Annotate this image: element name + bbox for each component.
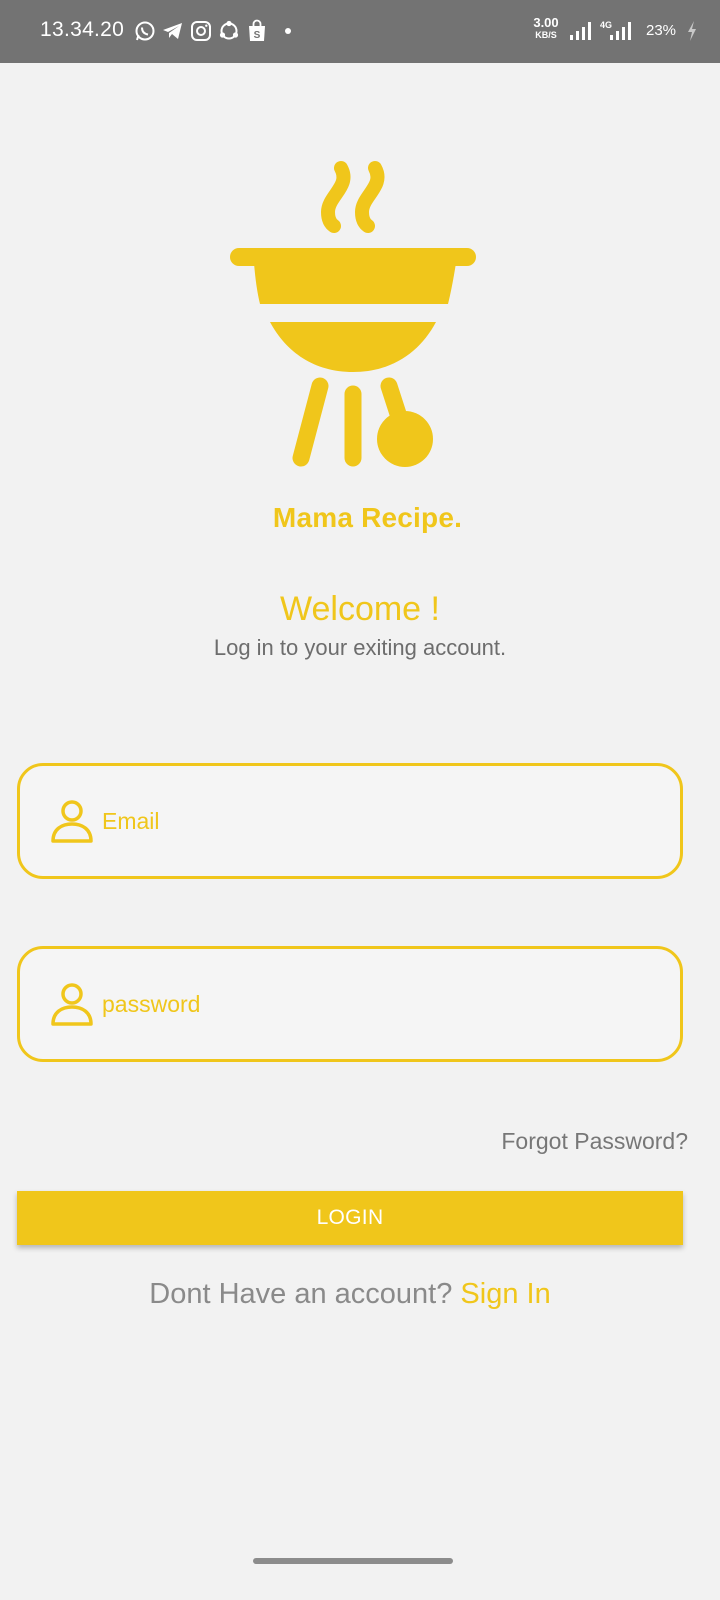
telegram-icon	[163, 23, 182, 39]
brand-name: Mama Recipe.	[272, 502, 463, 533]
network-speed-value: 3.00	[533, 15, 559, 30]
user-icon	[51, 983, 93, 1026]
shopping-bag-icon: S	[249, 19, 265, 41]
svg-text:S: S	[254, 30, 261, 41]
charging-icon	[688, 21, 696, 41]
network-speed: 3.00 KB/S	[530, 15, 562, 41]
welcome-subtitle: Log in to your exiting account.	[213, 635, 507, 660]
system-status: 3.00 KB/S 4G 23%	[500, 0, 720, 63]
status-time: 13.34.20	[40, 18, 125, 41]
signal-4g-icon	[610, 22, 631, 40]
forgot-password-link[interactable]: Forgot Password?	[501, 1128, 688, 1155]
instagram-icon	[191, 21, 211, 41]
signup-row: Dont Have an account? Sign In	[0, 1278, 700, 1311]
sign-in-link[interactable]: Sign In	[460, 1278, 550, 1310]
whatsapp-icon	[135, 21, 155, 41]
email-field[interactable]	[17, 763, 683, 879]
password-input[interactable]	[102, 949, 662, 1059]
signal-icon	[570, 22, 591, 40]
welcome-title: Welcome !	[280, 590, 440, 628]
password-field[interactable]	[17, 946, 683, 1062]
status-bar: 13.34.20 S 3.00 KB/S 4G 23%	[0, 0, 720, 63]
login-button[interactable]: LOGIN	[17, 1191, 683, 1245]
signup-prompt: Dont Have an account?	[149, 1278, 453, 1310]
user-icon	[51, 800, 93, 843]
grill-logo-icon	[230, 161, 476, 467]
network-speed-unit: KB/S	[535, 30, 557, 40]
dot-icon	[285, 28, 291, 34]
sync-icon	[219, 20, 239, 40]
home-indicator[interactable]	[253, 1558, 453, 1564]
battery-percent: 23%	[646, 22, 677, 39]
email-input[interactable]	[102, 766, 662, 876]
